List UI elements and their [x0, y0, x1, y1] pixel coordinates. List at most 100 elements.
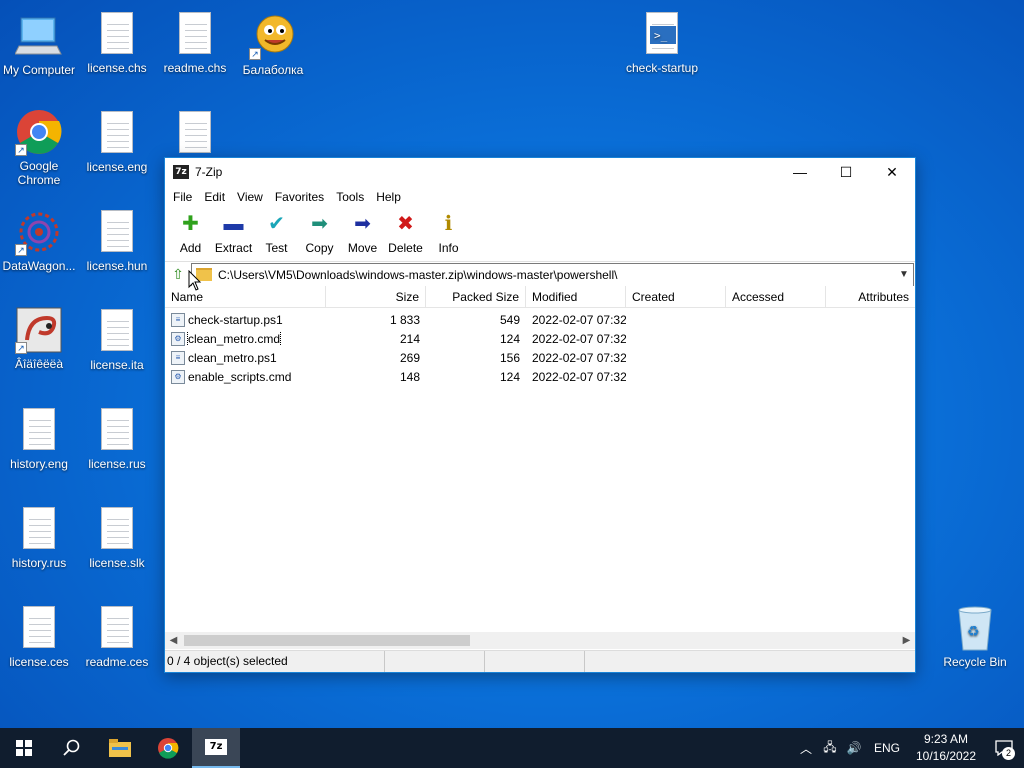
desktop-icon-my-computer[interactable]: My Computer [0, 8, 78, 98]
title-bar[interactable]: 7z 7-Zip — ☐ ✕ [165, 158, 915, 186]
file-name: check-startup.ps1 [188, 312, 283, 327]
desktop-icon-license-hun[interactable]: license.hun [78, 204, 156, 294]
start-button[interactable] [0, 728, 48, 768]
delete-button[interactable]: ✖ Delete [384, 208, 427, 261]
copy-button[interactable]: ➡ Copy [298, 208, 341, 261]
address-path[interactable]: C:\Users\VM5\Downloads\windows-master.zi… [218, 268, 895, 282]
close-button[interactable]: ✕ [869, 158, 915, 186]
delete-icon: ✖ [397, 213, 414, 235]
move-button[interactable]: ➡ Move [341, 208, 384, 261]
taskbar-file-explorer[interactable] [96, 728, 144, 768]
desktop-icon-label: My Computer [2, 63, 76, 77]
network-icon[interactable]: 🖧 [818, 738, 842, 759]
script-file-icon: ≡ [171, 312, 185, 327]
document-icon [15, 505, 63, 553]
menu-favorites[interactable]: Favorites [269, 190, 330, 204]
desktop-icon-readme-chs[interactable]: readme.chs [156, 6, 234, 96]
desktop-icon-label: Балаболка [242, 63, 304, 77]
app-icon: ↗ [15, 306, 63, 354]
document-icon [93, 604, 141, 652]
test-button[interactable]: ✔ Test [255, 208, 298, 261]
file-name-cell: ≡ clean_metro.ps1 [165, 350, 326, 365]
balabolka-icon: ↗ [249, 12, 297, 60]
extract-button[interactable]: ▬ Extract [212, 208, 255, 261]
desktop-icon-license-chs[interactable]: license.chs [78, 6, 156, 96]
table-row[interactable]: ≡ check-startup.ps1 1 833 549 2022-02-07… [165, 310, 915, 329]
menu-edit[interactable]: Edit [198, 190, 231, 204]
search-button[interactable] [48, 728, 96, 768]
cmd-file-icon: ⚙ [171, 369, 185, 384]
desktop-icon-app[interactable]: ↗ Âîäîêëëà [0, 302, 78, 392]
add-icon: ✚ [182, 213, 199, 235]
address-bar[interactable]: C:\Users\VM5\Downloads\windows-master.zi… [191, 262, 914, 287]
column-packed-size[interactable]: Packed Size [426, 286, 526, 307]
table-row[interactable]: ⚙ enable_scripts.cmd 148 124 2022-02-07 … [165, 367, 915, 386]
desktop-icon-history-rus[interactable]: history.rus [0, 501, 78, 591]
test-icon: ✔ [268, 213, 285, 235]
7zip-app-icon[interactable]: 7z [173, 165, 189, 179]
column-modified[interactable]: Modified [526, 286, 626, 307]
desktop-icon-datawagon[interactable]: ↗ DataWagon... [0, 204, 78, 294]
volume-icon[interactable]: 🔊 [842, 741, 866, 755]
copy-icon: ➡ [311, 213, 328, 235]
table-row[interactable]: ⚙ clean_metro.cmd 214 124 2022-02-07 07:… [165, 329, 915, 348]
file-modified: 2022-02-07 07:32 [532, 350, 626, 365]
language-indicator[interactable]: ENG [866, 741, 908, 755]
desktop-icon-recycle-bin[interactable]: ♻ Recycle Bin [936, 600, 1014, 690]
menu-tools[interactable]: Tools [330, 190, 370, 204]
datawagon-icon: ↗ [15, 208, 63, 256]
minimize-button[interactable]: — [777, 158, 823, 186]
document-icon [93, 505, 141, 553]
desktop-icon-license-eng[interactable]: license.eng [78, 105, 156, 195]
desktop-icon-google-chrome[interactable]: ↗ Google Chrome [0, 104, 78, 194]
desktop-icon-label: license.chs [87, 61, 147, 75]
menu-file[interactable]: File [167, 190, 198, 204]
scroll-thumb[interactable] [184, 635, 470, 646]
desktop-icon-license-slk[interactable]: license.slk [78, 501, 156, 591]
scroll-track[interactable] [182, 632, 898, 649]
info-button[interactable]: ℹ Info [427, 208, 470, 261]
menu-help[interactable]: Help [370, 190, 407, 204]
desktop-icon-license-ces[interactable]: license.ces [0, 600, 78, 690]
desktop-icon-license-rus[interactable]: license.rus [78, 402, 156, 492]
notification-count-badge: 2 [1002, 747, 1015, 760]
desktop-icon-label: Recycle Bin [943, 655, 1007, 669]
script-file-icon: ≡ [171, 350, 185, 365]
taskbar: 7z ︿ 🖧 🔊 ENG 9:23 AM 10/16/2022 2 [0, 728, 1024, 768]
file-size: 214 [399, 331, 420, 346]
desktop-icon-readme-ces[interactable]: readme.ces [78, 600, 156, 690]
file-size: 148 [399, 369, 420, 384]
column-created[interactable]: Created [626, 286, 726, 307]
shortcut-arrow-icon: ↗ [249, 48, 261, 60]
column-accessed[interactable]: Accessed [726, 286, 826, 307]
table-row[interactable]: ≡ clean_metro.ps1 269 156 2022-02-07 07:… [165, 348, 915, 367]
scroll-left-icon[interactable]: ◀ [165, 635, 182, 646]
chevron-up-icon[interactable]: ︿ [794, 740, 818, 757]
menu-view[interactable]: View [231, 190, 269, 204]
desktop-icon-label: license.ces [9, 655, 69, 669]
clock[interactable]: 9:23 AM 10/16/2022 [908, 731, 984, 765]
horizontal-scrollbar[interactable]: ◀ ▶ [165, 632, 915, 649]
maximize-button[interactable]: ☐ [823, 158, 869, 186]
desktop-icon-check-startup[interactable]: >_ check-startup [623, 6, 701, 96]
chevron-down-icon[interactable]: ▼ [895, 269, 913, 280]
status-cell [385, 651, 485, 672]
scroll-right-icon[interactable]: ▶ [898, 635, 915, 646]
7zip-icon: 7z [205, 739, 227, 755]
toolbar-label: Copy [305, 241, 334, 255]
document-icon [15, 604, 63, 652]
desktop-icon-balabolka[interactable]: ↗ Балаболка [234, 8, 312, 98]
add-button[interactable]: ✚ Add [169, 208, 212, 261]
document-icon [171, 109, 219, 157]
column-attributes[interactable]: Attributes [826, 286, 915, 307]
toolbar-label: Info [438, 241, 459, 255]
notifications-button[interactable]: 2 [984, 728, 1024, 768]
taskbar-7zip[interactable]: 7z [192, 728, 240, 768]
desktop-icon-license-ita[interactable]: license.ita [78, 303, 156, 393]
desktop-icon-history-eng[interactable]: history.eng [0, 402, 78, 492]
menu-bar: File Edit View Favorites Tools Help [165, 186, 915, 208]
recycle-bin-icon: ♻ [951, 604, 999, 652]
system-tray: ︿ 🖧 🔊 ENG 9:23 AM 10/16/2022 2 [794, 728, 1024, 768]
taskbar-chrome[interactable] [144, 728, 192, 768]
column-size[interactable]: Size [326, 286, 426, 307]
